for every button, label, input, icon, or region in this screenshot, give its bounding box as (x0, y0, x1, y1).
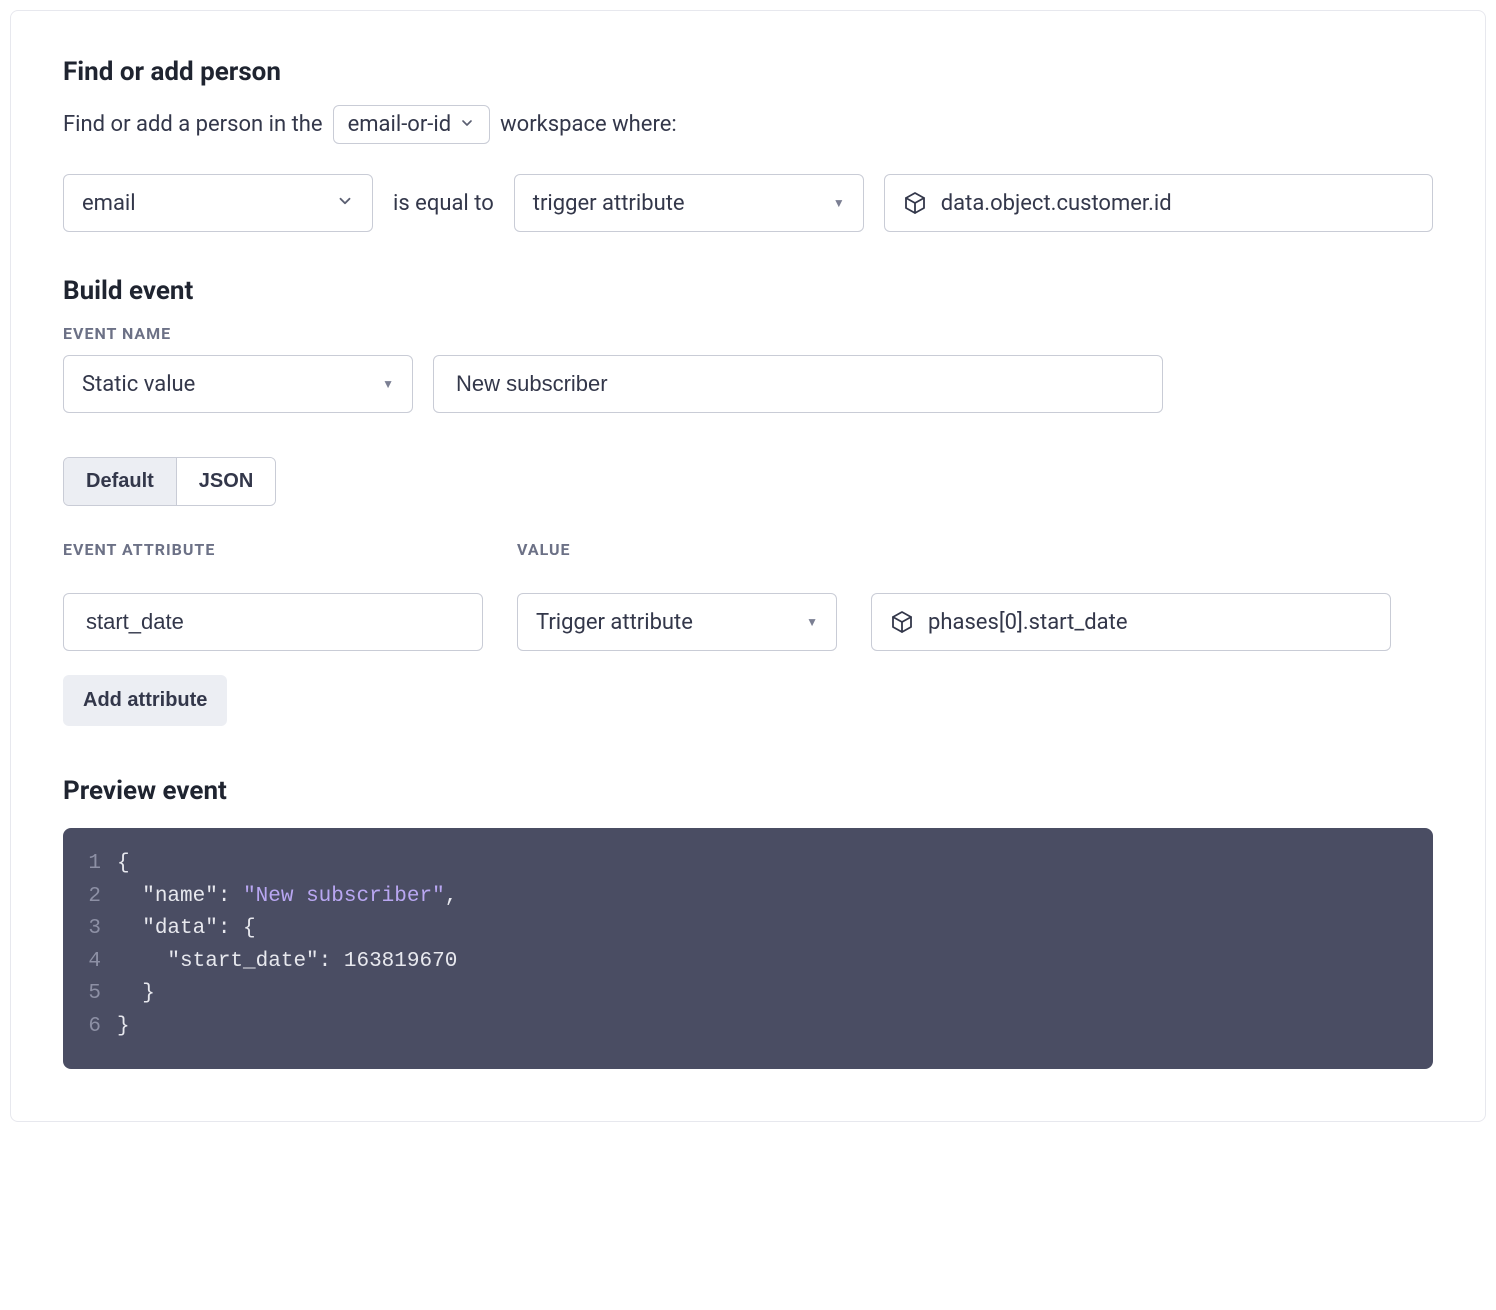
add-attribute-button[interactable]: Add attribute (63, 675, 227, 726)
value-path-text: phases[0].start_date (928, 610, 1128, 635)
event-format-toggle: Default JSON (63, 457, 276, 506)
find-person-title: Find or add person (63, 57, 1433, 87)
find-person-condition-row: email is equal to trigger attribute ▼ da… (63, 174, 1433, 232)
event-attribute-label: Event Attribute (63, 540, 483, 559)
caret-down-icon: ▼ (833, 196, 845, 210)
find-person-intro: Find or add a person in the email-or-id … (63, 105, 1433, 144)
code-line: 6 } (81, 1011, 1409, 1044)
intro-text-before: Find or add a person in the (63, 112, 323, 137)
event-name-input-wrap (433, 355, 1163, 413)
attribute-select[interactable]: email (63, 174, 373, 232)
workspace-mode-value: email-or-id (348, 112, 452, 137)
code-content: } (117, 1011, 130, 1044)
code-line: 3 "data": { (81, 913, 1409, 946)
event-name-type-select[interactable]: Static value ▼ (63, 355, 413, 413)
line-number: 6 (81, 1011, 117, 1044)
chevron-down-icon (459, 112, 475, 137)
event-name-row: Static value ▼ (63, 355, 1433, 413)
build-event-title: Build event (63, 276, 1433, 306)
event-name-input[interactable] (456, 371, 1140, 397)
event-builder-panel: Find or add person Find or add a person … (10, 10, 1486, 1122)
code-content: } (117, 978, 155, 1011)
event-name-label: Event Name (63, 324, 1433, 343)
event-attribute-grid: Event Attribute Value Trigger attribute … (63, 540, 1433, 651)
trigger-path-input[interactable]: data.object.customer.id (884, 174, 1433, 232)
value-path-input[interactable]: phases[0].start_date (871, 593, 1391, 651)
operator-text: is equal to (393, 191, 494, 216)
cube-icon (890, 610, 914, 634)
event-attribute-input[interactable] (86, 609, 460, 635)
code-line: 5 } (81, 978, 1409, 1011)
value-label: Value (517, 540, 837, 559)
caret-down-icon: ▼ (806, 615, 818, 629)
line-number: 2 (81, 881, 117, 914)
code-line: 1 { (81, 848, 1409, 881)
code-content: "data": { (117, 913, 256, 946)
line-number: 3 (81, 913, 117, 946)
line-number: 4 (81, 946, 117, 979)
code-content: "name": "New subscriber", (117, 881, 457, 914)
event-name-type-value: Static value (82, 372, 195, 397)
code-line: 4 "start_date": 163819670 (81, 946, 1409, 979)
attribute-value: email (82, 191, 136, 216)
trigger-path-value: data.object.customer.id (941, 191, 1172, 216)
match-type-value: trigger attribute (533, 191, 685, 216)
preview-code-block: 1 { 2 "name": "New subscriber", 3 "data"… (63, 828, 1433, 1069)
cube-icon (903, 191, 927, 215)
value-type-select[interactable]: Trigger attribute ▼ (517, 593, 837, 651)
intro-text-after: workspace where: (500, 112, 677, 137)
value-type-value: Trigger attribute (536, 610, 693, 635)
chevron-down-icon (336, 191, 354, 216)
code-line: 2 "name": "New subscriber", (81, 881, 1409, 914)
workspace-mode-select[interactable]: email-or-id (333, 105, 491, 144)
match-type-select[interactable]: trigger attribute ▼ (514, 174, 864, 232)
line-number: 1 (81, 848, 117, 881)
code-content: "start_date": 163819670 (117, 946, 457, 979)
preview-event-title: Preview event (63, 776, 1433, 806)
caret-down-icon: ▼ (382, 377, 394, 391)
event-attribute-input-wrap (63, 593, 483, 651)
line-number: 5 (81, 978, 117, 1011)
tab-json[interactable]: JSON (176, 458, 275, 505)
code-content: { (117, 848, 130, 881)
tab-default[interactable]: Default (64, 458, 176, 505)
